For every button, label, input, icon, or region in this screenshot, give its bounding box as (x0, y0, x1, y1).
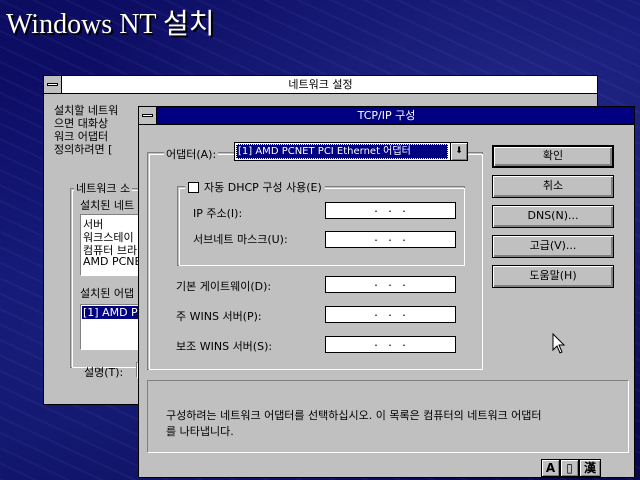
secondary-wins-field[interactable]: . . . (325, 336, 456, 353)
dns-button[interactable]: DNS(N)... (492, 205, 614, 228)
tcpip-dialog-titlebar[interactable]: TCP/IP 구성 (139, 107, 634, 125)
dhcp-label: 자동 DHCP 구성 사용(E) (204, 181, 322, 194)
status-help-panel: 구성하려는 네트워크 어댑터를 선택하십시오. 이 목록은 컴퓨터의 네트워크 … (147, 380, 629, 453)
mouse-cursor-icon (552, 333, 566, 354)
tcpip-dialog-title: TCP/IP 구성 (357, 109, 416, 122)
status-text-line-2: 를 나타냅니다. (166, 425, 234, 438)
help-button[interactable]: 도움말(H) (492, 265, 614, 288)
description-label: 설명(T): (84, 366, 124, 379)
list-item[interactable]: AMD PCNE (83, 255, 139, 268)
adapter-dropdown-value: [1] AMD PCNET PCI Ethernet 어댑터 (236, 144, 448, 159)
installed-software-list[interactable]: 서버 워크스테이 컴퓨터 브라 AMD PCNE (80, 214, 140, 276)
system-menu-icon (47, 83, 58, 86)
ip-address-field[interactable]: . . . (325, 202, 456, 219)
subnet-mask-label: 서브네트 마스크(U): (193, 233, 288, 246)
ime-full-width[interactable]: ▯ (560, 459, 579, 477)
adapter-label: 어댑터(A): (164, 146, 219, 162)
dhcp-checkbox[interactable] (188, 182, 199, 193)
network-settings-titlebar[interactable]: 네트워크 설정 (44, 76, 597, 94)
gateway-field[interactable]: . . . (325, 276, 456, 293)
cancel-button[interactable]: 취소 (492, 175, 614, 198)
network-software-group-label: 네트워크 소 (74, 180, 133, 196)
advanced-button[interactable]: 고급(V)... (492, 235, 614, 258)
setup-title: Windows NT 설치 (6, 9, 215, 40)
installed-adapter-label: 설치된 어댑 (80, 287, 135, 300)
system-menu-button[interactable] (139, 107, 157, 124)
list-item-selected[interactable]: [1] AMD PC (82, 306, 139, 319)
adapter-dropdown[interactable]: [1] AMD PCNET PCI Ethernet 어댑터 ⬇ (234, 142, 468, 161)
gateway-label: 기본 게이트웨이(D): (176, 280, 272, 293)
dhcp-legend: 자동 DHCP 구성 사용(E) (185, 179, 325, 195)
intro-line-4: 정의하려면 [ (54, 143, 113, 156)
ime-mode-a[interactable]: A (541, 459, 560, 477)
ip-address-label: IP 주소(I): (193, 207, 243, 220)
primary-wins-label: 주 WINS 서버(P): (176, 310, 262, 323)
system-menu-button[interactable] (44, 76, 62, 93)
installed-adapter-list[interactable]: [1] AMD PC (80, 304, 140, 350)
dropdown-arrow-icon[interactable]: ⬇ (450, 143, 467, 160)
secondary-wins-label: 보조 WINS 서버(S): (176, 340, 273, 353)
ime-hanja[interactable]: 漢 (579, 459, 601, 477)
primary-wins-field[interactable]: . . . (325, 306, 456, 323)
installed-software-label: 설치된 네트 (80, 199, 135, 212)
system-menu-icon (142, 114, 153, 117)
ok-button[interactable]: 확인 (492, 145, 614, 168)
network-settings-title: 네트워크 설정 (288, 78, 353, 91)
status-text-line-1: 구성하려는 네트워크 어댑터를 선택하십시오. 이 목록은 컴퓨터의 네트워크 … (166, 409, 542, 422)
subnet-mask-field[interactable]: . . . (325, 231, 456, 248)
dhcp-group (177, 186, 465, 266)
